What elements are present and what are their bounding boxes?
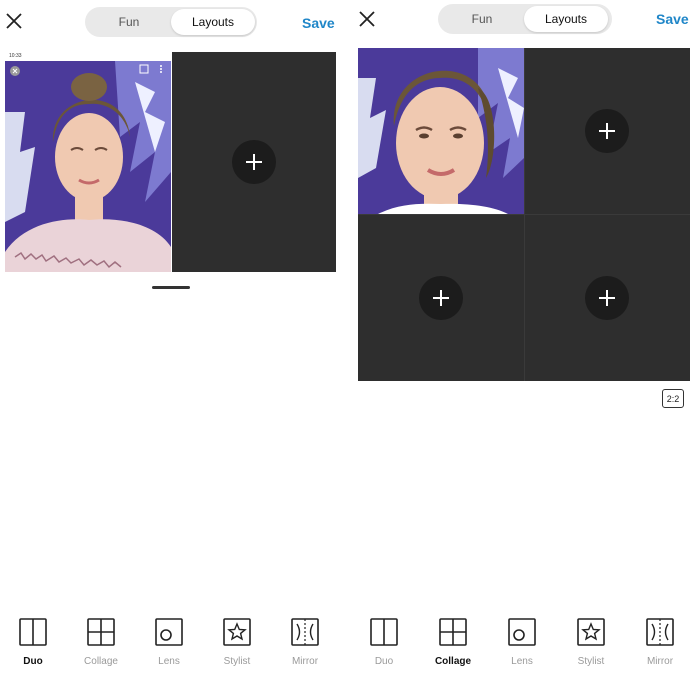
tab-layouts[interactable]: Layouts: [524, 6, 608, 32]
drag-handle[interactable]: [152, 286, 190, 289]
tool-label: Lens: [511, 656, 533, 667]
photo-cell[interactable]: 10:33: [5, 52, 171, 272]
tool-lens[interactable]: Lens: [494, 610, 550, 672]
tool-collage[interactable]: Collage: [425, 610, 481, 672]
plus-icon: [433, 290, 449, 306]
tool-mirror[interactable]: Mirror: [277, 610, 333, 672]
empty-cell[interactable]: [358, 215, 524, 381]
collage-layout-icon: [87, 618, 115, 646]
mirror-layout-icon: [646, 618, 674, 646]
close-icon[interactable]: [358, 10, 376, 28]
empty-cell[interactable]: [525, 48, 690, 214]
duo-layout-icon: [19, 618, 47, 646]
tool-label: Stylist: [577, 656, 605, 667]
lens-layout-icon: [508, 618, 536, 646]
tool-label: Duo: [23, 656, 43, 667]
stylist-star-icon: [223, 618, 251, 646]
tool-label: Lens: [158, 656, 180, 667]
plus-icon: [246, 154, 262, 170]
tool-label: Collage: [84, 656, 118, 667]
tool-label: Stylist: [223, 656, 251, 667]
tool-duo[interactable]: Duo: [356, 610, 412, 672]
layout-toolbar: Duo Collage Lens Stylist Mirror: [351, 610, 697, 680]
portrait-photo: [358, 48, 524, 214]
tool-lens[interactable]: Lens: [141, 610, 197, 672]
plus-icon: [599, 290, 615, 306]
tool-label: Collage: [434, 656, 472, 667]
lens-layout-icon: [155, 618, 183, 646]
collage-layout-screen: Fun Layouts Save 2:2 Duo Collage Lens St…: [351, 0, 697, 683]
aspect-ratio-button[interactable]: 2:2: [662, 389, 684, 408]
tool-duo[interactable]: Duo: [5, 610, 61, 672]
empty-cell[interactable]: [525, 215, 690, 381]
add-photo-button[interactable]: [585, 109, 629, 153]
save-button[interactable]: Save: [302, 15, 335, 31]
save-button[interactable]: Save: [656, 11, 689, 27]
add-photo-button[interactable]: [232, 140, 276, 184]
tool-label: Mirror: [646, 656, 674, 667]
mirror-layout-icon: [291, 618, 319, 646]
stylist-star-icon: [577, 618, 605, 646]
tool-stylist[interactable]: Stylist: [563, 610, 619, 672]
portrait-photo: [5, 52, 171, 272]
empty-cell[interactable]: [172, 52, 336, 272]
tool-label: Duo: [374, 656, 394, 667]
mode-switch: Fun Layouts: [85, 7, 257, 37]
layout-toolbar: Duo Collage Lens Stylist Mirror: [0, 610, 346, 680]
top-bar: Fun Layouts Save: [0, 0, 346, 44]
top-bar: Fun Layouts Save: [351, 0, 697, 44]
mode-switch: Fun Layouts: [438, 4, 612, 34]
tab-fun[interactable]: Fun: [87, 9, 171, 35]
add-photo-button[interactable]: [585, 276, 629, 320]
add-photo-button[interactable]: [419, 276, 463, 320]
duo-layout-screen: Fun Layouts Save 10:33 Duo Collage Lens …: [0, 0, 346, 683]
close-icon[interactable]: [5, 12, 23, 30]
duo-layout-icon: [370, 618, 398, 646]
tool-stylist[interactable]: Stylist: [209, 610, 265, 672]
tool-label: Mirror: [291, 656, 319, 667]
tab-fun[interactable]: Fun: [440, 6, 524, 32]
photo-cell[interactable]: [358, 48, 524, 214]
plus-icon: [599, 123, 615, 139]
tool-mirror[interactable]: Mirror: [632, 610, 688, 672]
tab-layouts[interactable]: Layouts: [171, 9, 255, 35]
status-time: 10:33: [9, 53, 22, 59]
tool-collage[interactable]: Collage: [73, 610, 129, 672]
collage-layout-icon: [439, 618, 467, 646]
